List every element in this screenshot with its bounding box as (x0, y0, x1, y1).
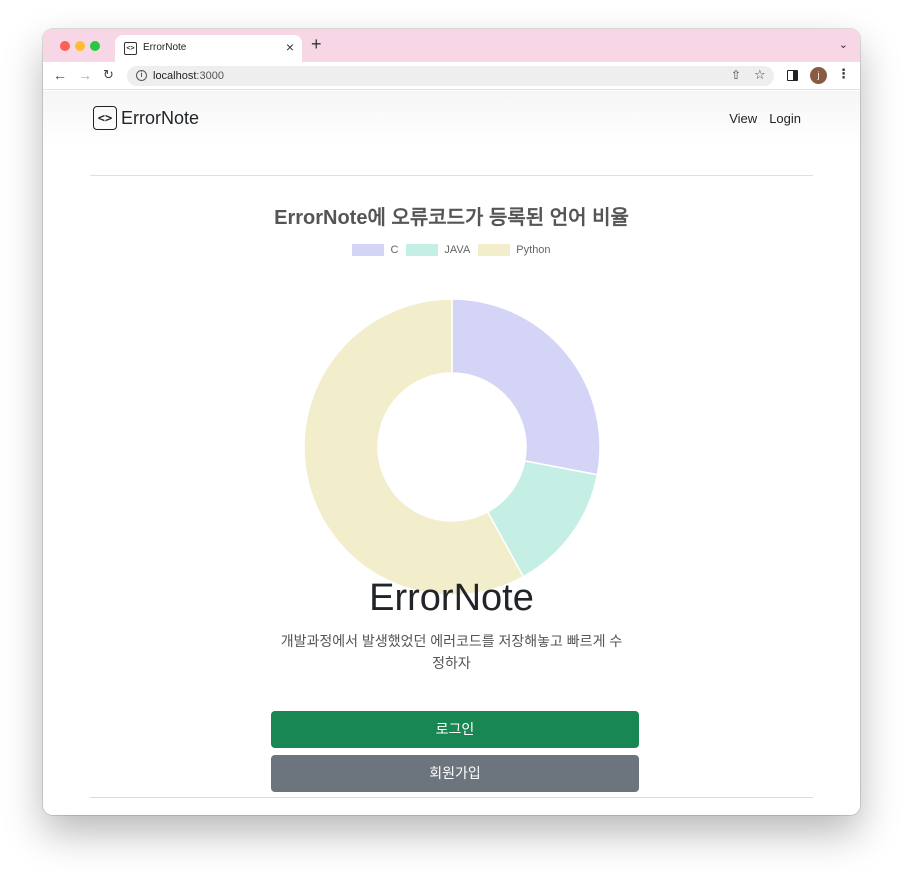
legend-swatch-c (352, 244, 385, 256)
legend-label-python: Python (516, 244, 551, 256)
forward-arrow-icon[interactable]: → (78, 67, 92, 83)
login-button[interactable]: 로그인 (271, 711, 639, 748)
address-bar[interactable]: i localhost:3000 ⇧ ☆ (127, 66, 774, 86)
legend-item-python[interactable]: Python (478, 244, 551, 256)
nav-links: View Login (729, 111, 801, 126)
url-port: :3000 (196, 70, 224, 82)
tab-title: ErrorNote (143, 42, 187, 53)
signup-button[interactable]: 회원가입 (271, 755, 639, 792)
footer-divider (90, 797, 813, 798)
legend-swatch-python (478, 244, 511, 256)
minimize-window-button[interactable] (75, 41, 85, 51)
chart-legend: C JAVA Python (43, 244, 860, 256)
side-panel-icon[interactable] (787, 70, 798, 81)
legend-label-c: C (390, 244, 399, 256)
more-menu-icon[interactable]: ⋮ (837, 66, 850, 82)
browser-tab[interactable]: <> ErrorNote × (115, 35, 302, 62)
brand-link[interactable]: <> ErrorNote (93, 106, 199, 130)
new-tab-button[interactable]: + (311, 34, 322, 54)
hero-title: ErrorNote (369, 577, 534, 619)
page-content: <> ErrorNote View Login ErrorNote에 오류코드가… (43, 91, 860, 815)
legend-swatch-java (406, 244, 439, 256)
site-navbar: <> ErrorNote View Login (43, 91, 860, 147)
legend-item-c[interactable]: C (352, 244, 398, 256)
legend-label-java: JAVA (444, 244, 471, 256)
doughnut-slice-c[interactable] (451, 298, 601, 476)
legend-item-java[interactable]: JAVA (406, 244, 470, 256)
tab-search-chevron-icon[interactable]: ⌄ (839, 38, 848, 51)
tab-strip: <> ErrorNote × + ⌄ (43, 29, 860, 62)
code-favicon-icon: <> (124, 42, 137, 55)
nav-link-view[interactable]: View (729, 111, 757, 126)
chart-title: ErrorNote에 오류코드가 등록된 언어 비율 (274, 207, 629, 229)
close-window-button[interactable] (60, 41, 70, 51)
profile-avatar[interactable]: j (810, 67, 827, 84)
bookmark-star-icon[interactable]: ☆ (754, 67, 766, 83)
browser-toolbar: ← → ↻ i localhost:3000 ⇧ ☆ j ⋮ (43, 62, 860, 90)
brand-name: ErrorNote (121, 107, 200, 128)
nav-link-login[interactable]: Login (769, 111, 801, 126)
back-arrow-icon[interactable]: ← (53, 67, 67, 83)
url-text[interactable]: localhost:3000 (153, 70, 224, 82)
reload-icon[interactable]: ↻ (103, 67, 114, 83)
navbar-divider (90, 175, 813, 176)
maximize-window-button[interactable] (90, 41, 100, 51)
code-brackets-icon: <> (93, 106, 117, 130)
tab-close-icon[interactable]: × (286, 39, 294, 55)
share-icon[interactable]: ⇧ (731, 68, 741, 82)
hero-subtitle: 개발과정에서 발생했었던 에러코드를 저장해놓고 빠르게 수정하자 (280, 633, 623, 671)
site-info-icon[interactable]: i (136, 70, 147, 81)
browser-window: <> ErrorNote × + ⌄ ← → ↻ i localhost:300… (43, 29, 860, 815)
url-host: localhost (153, 70, 197, 82)
doughnut-chart (303, 298, 601, 596)
